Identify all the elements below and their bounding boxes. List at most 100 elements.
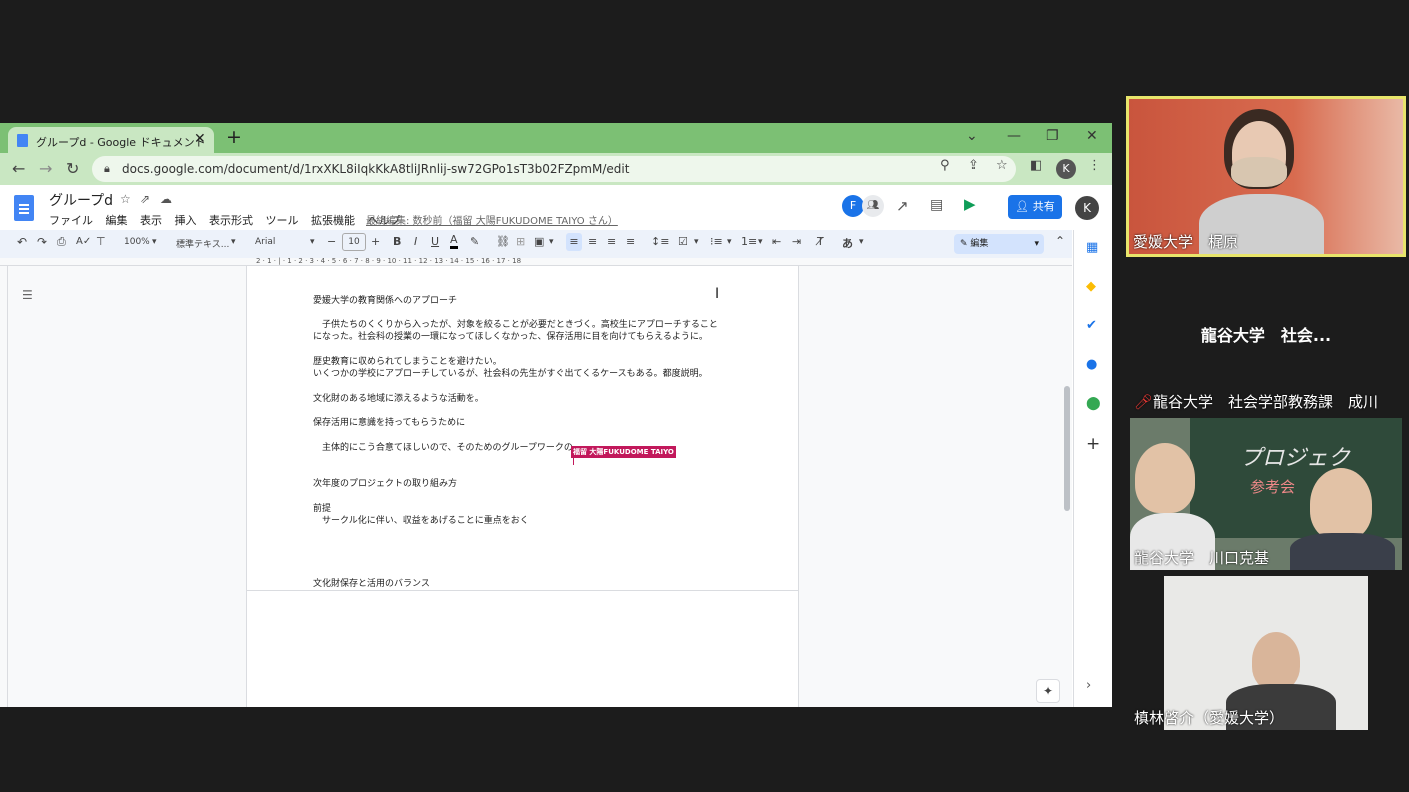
reload-icon[interactable]: ↻ xyxy=(66,159,79,178)
cloud-status-icon[interactable]: ☁ xyxy=(160,192,172,206)
menu-file[interactable]: ファイル xyxy=(49,214,93,227)
align-right-icon[interactable]: ≡ xyxy=(607,235,616,248)
menu-edit[interactable]: 編集 xyxy=(106,214,128,227)
close-window-icon[interactable]: ✕ xyxy=(1086,128,1098,144)
align-left-icon[interactable]: ≡ xyxy=(566,233,582,251)
tab-docs[interactable]: グループd - Google ドキュメント ✕ xyxy=(8,127,214,153)
zoom-chevron-down-icon[interactable]: ▾ xyxy=(152,237,157,247)
numbered-list-icon[interactable]: 1≡ xyxy=(741,235,757,248)
menu-extensions[interactable]: 拡張機能 xyxy=(311,214,355,227)
anonymous-users-icon[interactable]: 👥︎ xyxy=(862,195,884,217)
document-outline-icon[interactable]: ☰ xyxy=(22,288,33,302)
bulleted-list-icon[interactable]: ⁝≡ xyxy=(710,235,723,248)
explore-icon[interactable]: ✦ xyxy=(1036,679,1060,703)
editing-mode-select[interactable]: ✎ 編集 ▾ xyxy=(954,234,1044,254)
new-tab-icon[interactable]: + xyxy=(226,126,242,148)
account-avatar[interactable]: K xyxy=(1075,196,1099,220)
image-icon[interactable]: ▣ xyxy=(534,235,544,248)
highlight-icon[interactable]: ✎ xyxy=(470,235,479,248)
profile-avatar[interactable]: K xyxy=(1056,159,1076,179)
minimize-icon[interactable]: — xyxy=(1007,128,1021,144)
input-tools-chevron-down-icon[interactable]: ▾ xyxy=(859,237,864,247)
tasks-icon[interactable]: ✔ xyxy=(1086,318,1097,333)
underline-icon[interactable]: U xyxy=(431,235,439,248)
doc-line[interactable]: 文化財保存と活用のバランス xyxy=(313,576,430,589)
video-tile-classroom[interactable]: プロジェク 参考会 龍谷大学 川口克基 xyxy=(1130,418,1402,570)
zoom-icon[interactable]: ⚲ xyxy=(940,158,950,173)
paint-format-icon[interactable]: ⊤ xyxy=(96,235,106,248)
tab-search-icon[interactable]: ⌄ xyxy=(966,128,978,144)
bold-icon[interactable]: B xyxy=(393,235,401,248)
hide-panel-chevron-icon[interactable]: › xyxy=(1086,678,1091,693)
side-panel-icon[interactable]: ◧ xyxy=(1030,158,1042,173)
undo-icon[interactable]: ↶ xyxy=(17,235,27,249)
comment-add-icon[interactable]: ⊞ xyxy=(516,235,525,248)
style-select[interactable]: 標準テキス... xyxy=(176,237,229,250)
docs-home-icon[interactable] xyxy=(14,195,34,221)
horizontal-ruler[interactable]: 2 · 1 · | · 1 · 2 · 3 · 4 · 5 · 6 · 7 · … xyxy=(0,257,1072,266)
omnibox[interactable]: 🔒︎ docs.google.com/document/d/1rxXKL8iIq… xyxy=(92,156,1016,182)
input-tools-button[interactable]: あ xyxy=(842,235,853,251)
contacts-icon[interactable]: ● xyxy=(1086,357,1097,372)
lock-icon[interactable]: 🔒︎ xyxy=(104,162,110,176)
video-tile-office[interactable]: 槙林啓介（愛媛大学） xyxy=(1130,576,1402,730)
image-chevron-down-icon[interactable]: ▾ xyxy=(549,237,554,247)
justify-icon[interactable]: ≡ xyxy=(626,235,635,248)
activity-trend-icon[interactable]: ↗ xyxy=(896,197,909,215)
collaborator-avatar[interactable]: F xyxy=(842,195,864,217)
doc-line[interactable]: 保存活用に意識を持ってもらうために xyxy=(313,415,465,428)
clear-formatting-icon[interactable]: T̸ xyxy=(817,235,824,248)
menu-format[interactable]: 表示形式 xyxy=(209,214,253,227)
decrease-font-size-icon[interactable]: − xyxy=(327,235,336,248)
collapse-menus-icon[interactable]: ⌃ xyxy=(1055,234,1065,248)
star-icon[interactable]: ☆ xyxy=(120,192,131,206)
menu-tools[interactable]: ツール xyxy=(266,214,299,227)
decrease-indent-icon[interactable]: ⇤ xyxy=(772,235,781,248)
url-text[interactable]: docs.google.com/document/d/1rxXKL8iIqkKk… xyxy=(122,162,629,176)
document-title[interactable]: グループd xyxy=(49,190,113,210)
text-color-icon[interactable]: A xyxy=(450,234,458,249)
browser-menu-icon[interactable]: ⋮ xyxy=(1088,158,1101,173)
zoom-select[interactable]: 100% xyxy=(124,237,150,247)
vertical-ruler[interactable] xyxy=(0,266,8,707)
share-page-icon[interactable]: ⇪ xyxy=(968,158,979,173)
doc-line[interactable]: 次年度のプロジェクトの取り組み方 xyxy=(313,476,457,489)
keep-icon[interactable]: ◆ xyxy=(1086,279,1096,294)
bullet-chevron-down-icon[interactable]: ▾ xyxy=(727,237,732,247)
print-icon[interactable]: ⎙ xyxy=(57,235,66,249)
font-select[interactable]: Arial xyxy=(255,237,275,247)
doc-line[interactable]: 主体的にこう合意てほしいので、そのためのグループワークの xyxy=(313,440,573,453)
share-button[interactable]: 👤︎ 共有 xyxy=(1008,195,1062,219)
move-icon[interactable]: ⇗ xyxy=(140,192,150,206)
doc-line[interactable]: サークル化に伴い、収益をあげることに重点をおく xyxy=(313,513,529,526)
style-chevron-down-icon[interactable]: ▾ xyxy=(231,237,236,247)
spellcheck-icon[interactable]: A✓ xyxy=(76,236,91,247)
tab-close-icon[interactable]: ✕ xyxy=(194,131,206,147)
font-size-input[interactable]: 10 xyxy=(342,233,366,251)
increase-indent-icon[interactable]: ⇥ xyxy=(792,235,801,248)
back-icon[interactable]: ← xyxy=(12,159,25,178)
align-center-icon[interactable]: ≡ xyxy=(588,235,597,248)
video-tile-speaker[interactable]: 愛媛大学 梶原 xyxy=(1126,96,1406,257)
doc-line[interactable]: になった。社会科の授業の一環になってほしくなかった、保存活用に目を向けてもらえる… xyxy=(313,329,708,342)
maps-icon[interactable]: ⬤ xyxy=(1086,396,1101,411)
link-icon[interactable]: ⛓ xyxy=(496,235,510,248)
add-app-icon[interactable]: + xyxy=(1086,434,1100,454)
increase-font-size-icon[interactable]: + xyxy=(371,235,380,248)
doc-line[interactable]: 文化財のある地域に添えるような活動を。 xyxy=(313,391,484,404)
last-edit-link[interactable]: 最終編集: 数秒前（福留 大陽FUKUDOME TAIYO さん） xyxy=(366,212,618,227)
doc-line[interactable]: 愛媛大学の教育関係へのアプローチ xyxy=(313,293,457,306)
checklist-icon[interactable]: ☑ xyxy=(678,235,688,248)
checklist-chevron-down-icon[interactable]: ▾ xyxy=(694,237,699,247)
number-chevron-down-icon[interactable]: ▾ xyxy=(758,237,763,247)
comments-icon[interactable]: ▤ xyxy=(930,197,943,213)
restore-icon[interactable]: ❐ xyxy=(1046,128,1059,144)
bookmark-star-icon[interactable]: ☆ xyxy=(996,158,1008,173)
vertical-scrollbar[interactable] xyxy=(1064,386,1070,511)
redo-icon[interactable]: ↷ xyxy=(37,235,47,249)
line-spacing-icon[interactable]: ↕≡ xyxy=(651,235,669,248)
doc-line[interactable]: いくつかの学校にアプローチしているが、社会科の先生がすぐ出てくるケースもある。都… xyxy=(313,366,708,379)
italic-icon[interactable]: I xyxy=(414,235,417,248)
meet-icon[interactable]: ▶ xyxy=(964,195,976,213)
video-tile-audio-only[interactable]: 龍谷大学 社会... 🎤︎龍谷大学 社会学部教務課 成川 xyxy=(1130,262,1402,414)
